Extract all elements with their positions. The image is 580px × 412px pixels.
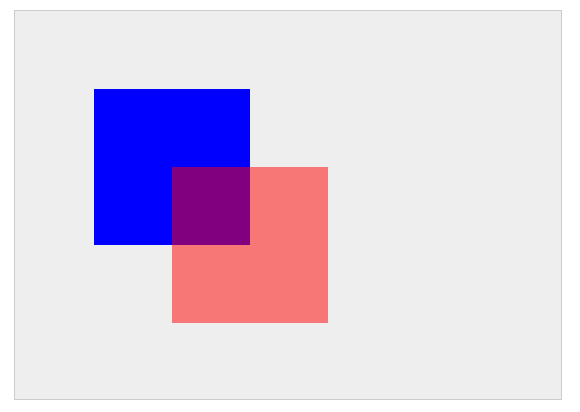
red-translucent-square xyxy=(172,167,328,323)
canvas-area xyxy=(14,10,562,400)
